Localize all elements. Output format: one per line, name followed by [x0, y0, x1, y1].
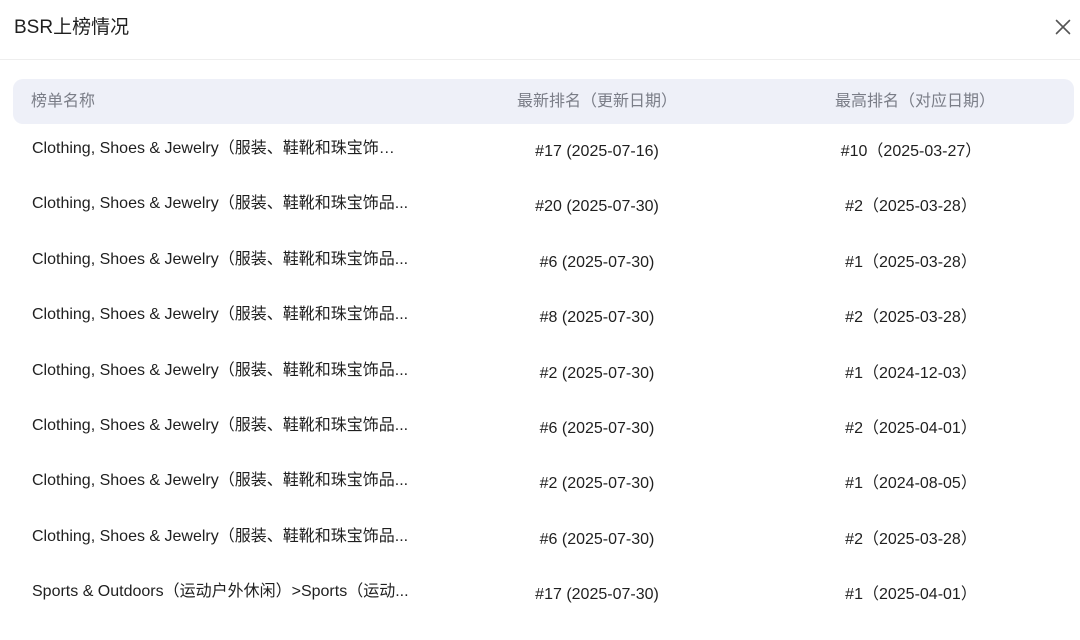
highest-rank-cell: #1（2025-03-28）	[845, 253, 977, 271]
latest-rank-cell: #17 (2025-07-30)	[535, 586, 659, 604]
category-name-cell: Sports & Outdoors（运动户外休闲）>Sports（运动...	[32, 583, 409, 601]
category-name-cell: Clothing, Shoes & Jewelry（服装、鞋靴和珠宝饰品...	[32, 306, 409, 324]
table-body: Clothing, Shoes & Jewelry（服装、鞋靴和珠宝饰品） #1…	[0, 124, 1080, 640]
modal-header: BSR上榜情况	[0, 0, 1080, 60]
highest-rank-cell: #2（2025-03-28）	[845, 530, 977, 548]
highest-rank-cell: #1（2024-08-05）	[845, 475, 977, 493]
table-row: Clothing, Shoes & Jewelry（服装、鞋靴和珠宝饰品... …	[0, 512, 1080, 567]
bsr-ranking-modal: BSR上榜情况 榜单名称 最新排名（更新日期） 最高排名（对应日期） Cloth…	[0, 0, 1080, 640]
table-row: Clothing, Shoes & Jewelry（服装、鞋靴和珠宝饰品... …	[0, 456, 1080, 511]
table-header: 榜单名称 最新排名（更新日期） 最高排名（对应日期）	[13, 79, 1074, 124]
table-row: Clothing, Shoes & Jewelry（服装、鞋靴和珠宝饰品... …	[0, 346, 1080, 401]
table-row: Clothing, Shoes & Jewelry（服装、鞋靴和珠宝饰品... …	[0, 179, 1080, 234]
category-name-cell: Clothing, Shoes & Jewelry（服装、鞋靴和珠宝饰品...	[32, 361, 409, 379]
latest-rank-cell: #6 (2025-07-30)	[539, 530, 655, 548]
latest-rank-cell: #6 (2025-07-30)	[539, 253, 655, 271]
category-name-cell: Clothing, Shoes & Jewelry（服装、鞋靴和珠宝饰品...	[32, 527, 409, 545]
table-row: Clothing, Shoes & Jewelry（服装、鞋靴和珠宝饰品... …	[0, 235, 1080, 290]
highest-rank-cell: #1（2025-04-01）	[845, 586, 977, 604]
table-row: Clothing, Shoes & Jewelry（服装、鞋靴和珠宝饰品... …	[0, 401, 1080, 456]
column-header-highest-rank: 最高排名（对应日期）	[835, 93, 996, 110]
latest-rank-cell: #2 (2025-07-30)	[539, 364, 655, 382]
category-name-cell: Clothing, Shoes & Jewelry（服装、鞋靴和珠宝饰品）	[32, 140, 410, 157]
close-button[interactable]	[1050, 14, 1076, 40]
table-row: Clothing, Shoes & Jewelry（服装、鞋靴和珠宝饰品... …	[0, 290, 1080, 345]
category-name-cell: Clothing, Shoes & Jewelry（服装、鞋靴和珠宝饰品...	[32, 472, 409, 490]
highest-rank-cell: #2（2025-03-28）	[845, 198, 977, 216]
column-header-latest-rank: 最新排名（更新日期）	[517, 93, 678, 110]
latest-rank-cell: #2 (2025-07-30)	[539, 475, 655, 493]
latest-rank-cell: #17 (2025-07-16)	[535, 143, 659, 160]
latest-rank-cell: #6 (2025-07-30)	[539, 420, 655, 437]
column-header-name: 榜单名称	[31, 93, 96, 110]
highest-rank-cell: #2（2025-04-01）	[845, 420, 977, 437]
highest-rank-cell: #10（2025-03-27）	[840, 143, 982, 160]
category-name-cell: Clothing, Shoes & Jewelry（服装、鞋靴和珠宝饰品...	[32, 250, 409, 268]
table-row: Sports & Outdoors（运动户外休闲）>Sports（运动... #…	[0, 567, 1080, 622]
table-row: Clothing, Shoes & Jewelry（服装、鞋靴和珠宝饰品） #1…	[0, 124, 1080, 179]
category-name-cell: Clothing, Shoes & Jewelry（服装、鞋靴和珠宝饰品...	[32, 417, 409, 434]
latest-rank-cell: #20 (2025-07-30)	[535, 198, 659, 216]
latest-rank-cell: #8 (2025-07-30)	[539, 309, 655, 327]
highest-rank-cell: #2（2025-03-28）	[845, 309, 977, 327]
close-icon	[1055, 19, 1071, 35]
highest-rank-cell: #1（2024-12-03）	[845, 364, 977, 382]
modal-title: BSR上榜情况	[14, 17, 130, 38]
category-name-cell: Clothing, Shoes & Jewelry（服装、鞋靴和珠宝饰品...	[32, 195, 409, 213]
